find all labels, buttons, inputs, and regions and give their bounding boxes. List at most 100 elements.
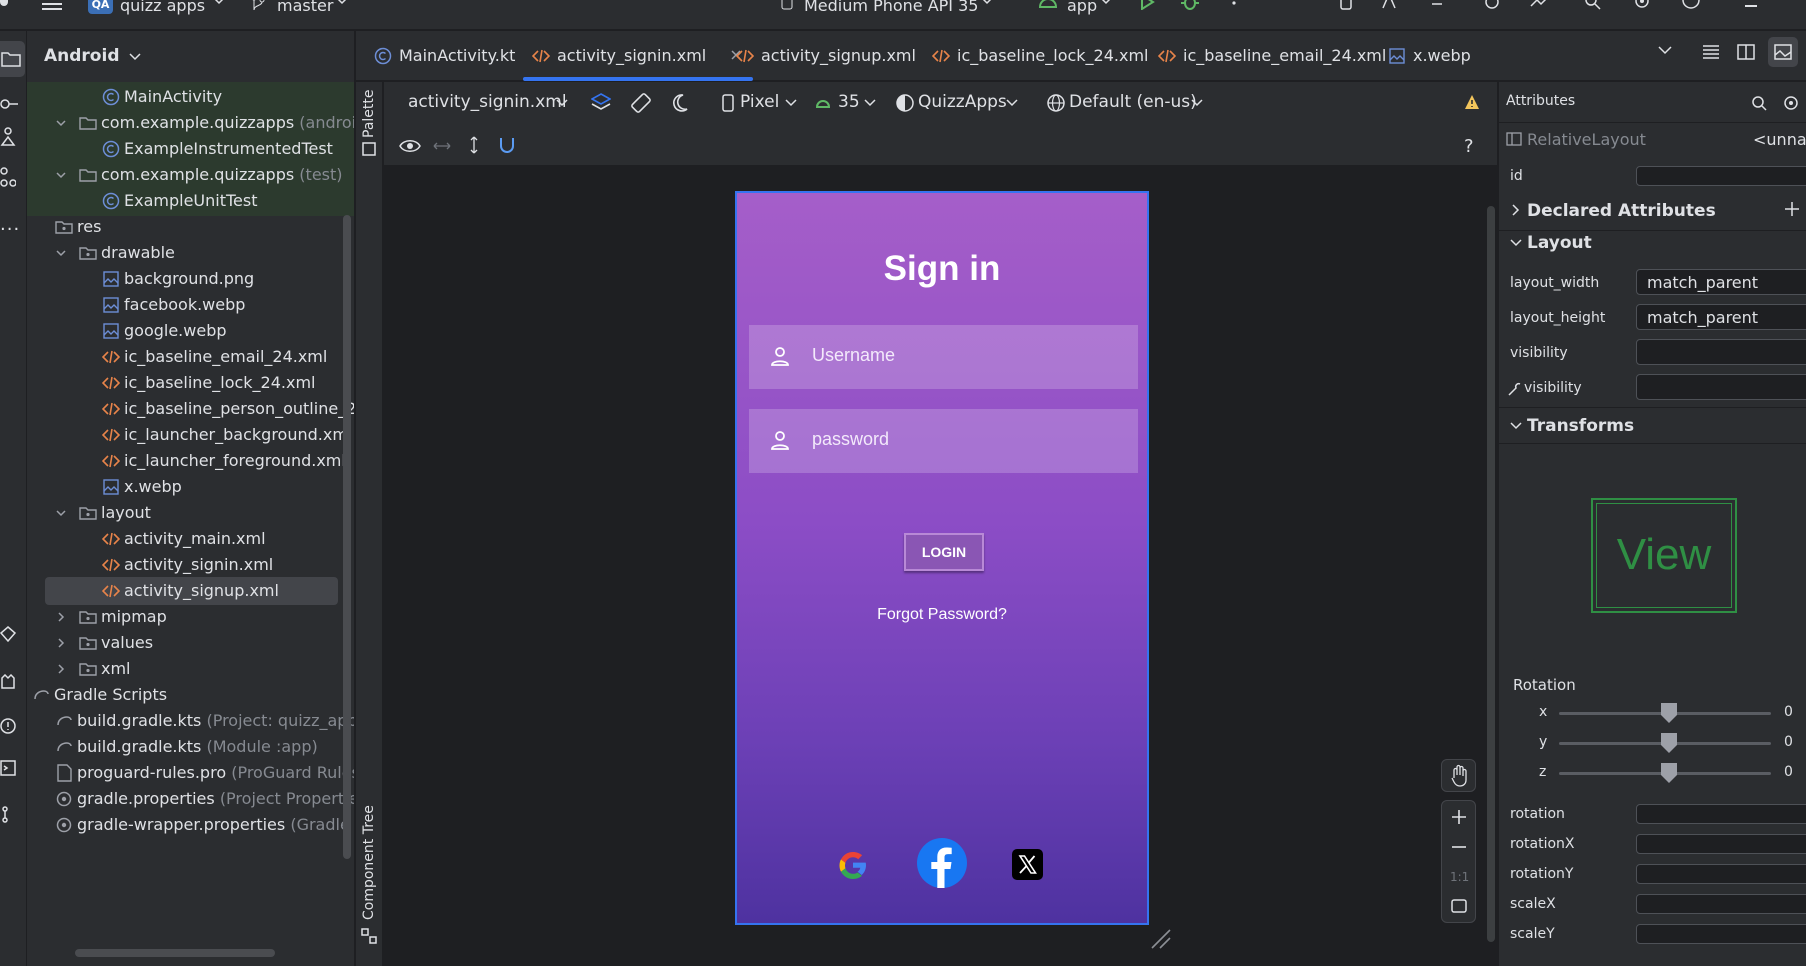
build-variants-icon[interactable] — [0, 626, 16, 642]
forgot-password-link[interactable]: Forgot Password? — [737, 606, 1147, 624]
rotationX-input[interactable] — [1636, 834, 1806, 854]
project-name[interactable]: quizz apps — [120, 0, 205, 15]
night-mode-icon[interactable] — [669, 93, 689, 113]
rotation-z-thumb[interactable] — [1661, 763, 1677, 783]
main-menu-icon[interactable] — [42, 0, 62, 10]
update-icon[interactable] — [1529, 0, 1553, 10]
debug-icon[interactable] — [1181, 0, 1199, 10]
rotation-y-thumb[interactable] — [1661, 733, 1677, 753]
tab-activity-signin-xml[interactable]: activity_signin.xml — [523, 31, 753, 81]
layout-section-header[interactable]: Layout — [1527, 233, 1806, 253]
theme-dropdown[interactable]: QuizzApps — [918, 92, 1007, 112]
pan-hand-button[interactable] — [1441, 759, 1476, 792]
rotation-x-slider[interactable] — [1559, 703, 1771, 723]
component-tree-tab[interactable]: Component Tree — [361, 805, 377, 920]
password-field[interactable]: password — [749, 409, 1138, 473]
chevron-right-icon[interactable] — [55, 637, 67, 649]
more-actions-icon[interactable] — [1232, 0, 1236, 10]
project-badge[interactable]: QA — [88, 0, 113, 14]
sync-icon[interactable] — [1430, 0, 1452, 10]
declared-attributes-header[interactable]: Declared Attributes — [1527, 201, 1806, 221]
file-selector[interactable]: activity_signin.xml — [408, 92, 567, 112]
layers-icon[interactable] — [591, 93, 611, 113]
chevron-down-icon[interactable] — [55, 169, 67, 181]
resize-handle-icon[interactable] — [1150, 928, 1172, 950]
run-icon[interactable] — [1139, 0, 1155, 10]
palette-icon[interactable] — [362, 142, 376, 156]
profiler-icon[interactable] — [1481, 0, 1503, 10]
facebook-icon[interactable] — [917, 838, 967, 888]
tab-ic-baseline-email-24-xml[interactable]: ic_baseline_email_24.xml — [1149, 31, 1397, 81]
chevron-right-icon[interactable] — [1512, 204, 1520, 216]
more-tools-icon[interactable]: ··· — [0, 219, 20, 240]
device-selector[interactable]: Medium Phone API 35 — [804, 0, 978, 15]
device-dropdown[interactable]: Pixel — [740, 92, 779, 112]
rotation-y-slider[interactable] — [1559, 733, 1771, 753]
google-icon[interactable] — [837, 849, 869, 881]
chevron-down-icon[interactable] — [55, 117, 67, 129]
component-tree-icon[interactable] — [361, 928, 377, 944]
rotation-z-slider[interactable] — [1559, 763, 1771, 783]
tab-ic-baseline-lock-24-xml[interactable]: ic_baseline_lock_24.xml — [923, 31, 1159, 81]
palette-tab[interactable]: Palette — [361, 90, 377, 139]
login-button[interactable]: LOGIN — [904, 533, 984, 571]
tab-mainactivity-kt[interactable]: MainActivity.kt — [365, 31, 515, 81]
structure-icon[interactable] — [0, 127, 16, 147]
orientation-icon[interactable] — [631, 93, 651, 113]
tree-row[interactable]: gradle-wrapper.properties (Gradle Versi — [27, 810, 354, 840]
username-field[interactable]: Username — [749, 325, 1138, 389]
eye-icon[interactable] — [399, 138, 421, 154]
tab-activity-signup-xml[interactable]: activity_signup.xml — [727, 31, 933, 81]
design-view-button[interactable] — [1768, 37, 1798, 67]
locale-dropdown[interactable]: Default (en-us) — [1069, 92, 1197, 112]
x-icon[interactable] — [1012, 849, 1043, 880]
settings-gear-icon[interactable] — [1633, 0, 1651, 10]
chevron-down-icon[interactable] — [337, 0, 347, 6]
rotationY-input[interactable] — [1636, 864, 1806, 884]
chevron-down-icon[interactable] — [556, 99, 568, 107]
commit-icon[interactable] — [0, 98, 18, 110]
tree-horizontal-scrollbar[interactable] — [75, 949, 275, 957]
problems-icon[interactable] — [0, 717, 16, 735]
device-manager-icon[interactable] — [1336, 0, 1354, 10]
phone-preview[interactable]: Sign in Username password LOGIN Forgot P… — [735, 191, 1149, 925]
project-tool-button[interactable] — [0, 41, 25, 77]
chevron-right-icon[interactable] — [55, 663, 67, 675]
chevron-down-icon[interactable] — [864, 99, 876, 107]
scaleY-input[interactable] — [1636, 924, 1806, 944]
git-icon[interactable] — [0, 805, 16, 823]
warning-icon[interactable] — [1464, 94, 1480, 110]
help-icon[interactable]: ? — [1464, 136, 1474, 157]
tree-scrollbar[interactable] — [343, 215, 351, 859]
minimize-icon[interactable] — [1745, 5, 1757, 7]
chevron-down-icon[interactable] — [55, 507, 67, 519]
tab-x-webp[interactable]: x.webp — [1379, 31, 1487, 81]
chevron-down-icon[interactable] — [55, 247, 67, 259]
layout-height-input[interactable]: match_parent — [1636, 304, 1806, 330]
id-input[interactable] — [1636, 166, 1806, 186]
layout-width-input[interactable]: match_parent — [1636, 269, 1806, 295]
fit-screen-icon[interactable] — [1451, 899, 1467, 913]
chevron-down-icon[interactable] — [982, 0, 992, 6]
rotation-input[interactable] — [1636, 804, 1806, 824]
split-view-icon[interactable] — [1737, 44, 1755, 60]
zoom-reset-button[interactable]: 1:1 — [1450, 870, 1469, 884]
chevron-down-icon[interactable] — [785, 99, 797, 107]
tab-overflow-chevron-icon[interactable] — [1658, 46, 1672, 56]
zoom-in-icon[interactable] — [1451, 809, 1467, 825]
rotation-x-thumb[interactable] — [1661, 703, 1677, 723]
transforms-section-header[interactable]: Transforms — [1527, 416, 1806, 436]
run-config[interactable]: app — [1067, 0, 1097, 15]
project-view-selector[interactable]: Android — [44, 46, 141, 66]
account-icon[interactable] — [1681, 0, 1701, 10]
chevron-down-icon[interactable] — [1510, 239, 1522, 247]
branch-name[interactable]: master — [277, 0, 333, 15]
terminal-icon[interactable] — [0, 760, 16, 776]
chevron-down-icon[interactable] — [1191, 99, 1203, 107]
api-level-dropdown[interactable]: 35 — [838, 92, 860, 112]
tools-visibility-input[interactable] — [1636, 374, 1806, 400]
vertical-arrow-icon[interactable] — [469, 136, 479, 154]
scaleX-input[interactable] — [1636, 894, 1806, 914]
add-icon[interactable] — [1785, 202, 1799, 216]
magnet-icon[interactable] — [498, 137, 516, 155]
